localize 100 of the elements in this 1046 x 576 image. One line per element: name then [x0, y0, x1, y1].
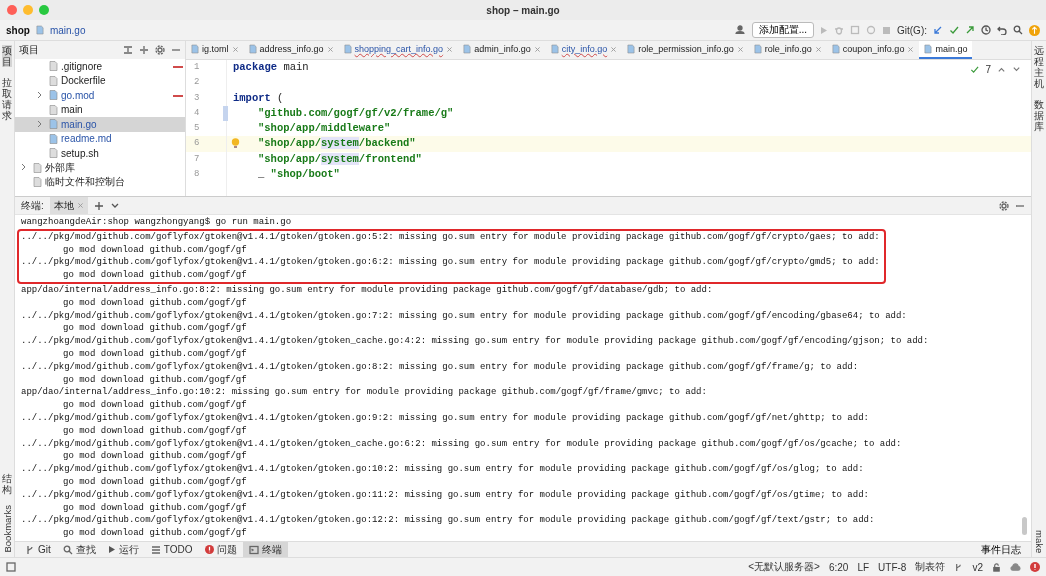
caret-position[interactable]: 6:20 — [828, 561, 849, 573]
tree-item[interactable]: go.mod — [15, 88, 185, 103]
lightbulb-icon[interactable] — [231, 138, 240, 150]
tool-window-tab[interactable]: make — [1033, 529, 1045, 553]
error-icon[interactable] — [1030, 562, 1040, 572]
tree-item[interactable]: .gitignore — [15, 59, 185, 74]
breadcrumb-item[interactable]: shop — [6, 24, 30, 36]
settings-icon[interactable] — [999, 200, 1009, 211]
tool-window-button[interactable]: 运行 — [101, 542, 145, 557]
editor-tab[interactable]: coupon_info.go — [826, 41, 920, 59]
terminal-line: go mod download github.com/gogf/gf — [62, 399, 247, 412]
tree-item[interactable]: main.go — [15, 117, 185, 132]
panel-icon[interactable] — [6, 562, 16, 572]
terminal-line: ../../pkg/mod/github.com/goflyfox/gtoken@v1.4.1/gtoken/gtoken_cache.go:6:2: missing go.sum entry for module providing package github.com/gogf/gf/os/gcache; to add: — [21, 437, 902, 451]
terminal-line: go mod download github.com/gogf/gf — [62, 450, 247, 464]
breadcrumb-item[interactable]: main.go — [49, 24, 86, 36]
chevron-down-icon[interactable] — [1012, 65, 1021, 74]
tool-window-button[interactable]: TODO — [144, 542, 199, 557]
terminal-line: ../../pkg/mod/github.com/goflyfox/gtoken@v1.4.1/gtoken/gtoken.go:7:2: missing go.sum entry for module providing package github.com/gogf/gf/encoding/gbase64; to add: — [21, 309, 907, 323]
line-ending[interactable]: LF — [857, 561, 870, 573]
file-icon — [49, 90, 58, 101]
minimize-button[interactable] — [23, 5, 33, 15]
tree-item[interactable]: 临时文件和控制台 — [15, 175, 185, 190]
code-line: "shop/app/middleware" — [258, 121, 391, 137]
tree-item[interactable]: readme.md — [15, 131, 185, 146]
update-icon[interactable] — [1029, 24, 1040, 36]
code-line: _ "shop/boot" — [258, 167, 340, 183]
editor-tab[interactable]: shopping_cart_info.go — [338, 41, 459, 59]
indent-setting[interactable]: 制表符 — [915, 560, 946, 574]
file-icon — [463, 44, 472, 54]
line-number: 7 — [193, 152, 201, 166]
lock-icon[interactable] — [992, 562, 1001, 572]
terminal-line: go mod download github.com/gogf/gf — [62, 424, 247, 438]
terminal-label: 终端: — [21, 198, 44, 213]
editor-tab[interactable]: main.go — [919, 41, 973, 59]
git-branch[interactable]: v2 — [972, 561, 983, 573]
editor-tab[interactable]: city_info.go — [545, 41, 623, 59]
arrow-icon[interactable] — [933, 25, 943, 35]
close-icon[interactable] — [231, 45, 239, 53]
tool-window-tab[interactable]: 项目 — [2, 45, 12, 67]
tool-window-button[interactable]: 问题 — [198, 542, 243, 557]
tree-item[interactable]: setup.sh — [15, 146, 185, 161]
search-icon — [62, 544, 73, 555]
zoom-button[interactable] — [39, 5, 49, 15]
line-number: 4 — [186, 105, 226, 122]
scrollbar[interactable] — [1022, 517, 1027, 535]
editor-tab[interactable]: role_permission_info.go — [622, 41, 749, 59]
tool-window-tab[interactable]: 数据库 — [1034, 99, 1044, 132]
arrow-icon[interactable] — [965, 25, 975, 35]
tool-window-tab[interactable]: 结构 — [2, 473, 12, 496]
terminal-tab[interactable]: 本地 — [49, 197, 88, 214]
chevron-up-icon[interactable] — [997, 65, 1006, 74]
error-icon — [204, 545, 214, 554]
close-icon[interactable] — [610, 45, 618, 53]
tool-window-tab[interactable]: 拉取请求 — [2, 77, 12, 121]
check-icon[interactable] — [949, 25, 959, 35]
run-config-button[interactable]: 添加配置... — [751, 22, 814, 38]
tree-item[interactable]: main — [15, 102, 185, 117]
terminal-line: ../../pkg/mod/github.com/goflyfox/gtoken@v1.4.1/gtoken/gtoken.go:9:2: missing go.sum entry for module providing package github.com/gogf/gf/net/ghttp; to add: — [21, 411, 869, 425]
search-icon[interactable] — [1013, 25, 1023, 35]
close-icon[interactable] — [446, 45, 454, 53]
terminal-line: ../../pkg/mod/github.com/goflyfox/gtoken@v1.4.1/gtoken/gtoken.go:12:2: missing go.sum entry for module providing package github.com/gogf/gf/text/gstr; to add: — [21, 514, 875, 528]
editor-tab[interactable]: address_info.go — [243, 41, 339, 59]
tool-window-tab[interactable]: 远程主机 — [1034, 45, 1044, 89]
file-encoding[interactable]: UTF-8 — [878, 561, 907, 573]
server-status[interactable]: <无默认服务器> — [748, 560, 820, 574]
tool-window-button[interactable]: 终端 — [242, 542, 288, 557]
close-icon[interactable] — [326, 45, 334, 53]
user-icon[interactable] — [733, 25, 746, 35]
editor-tab[interactable]: ig.toml — [186, 41, 244, 59]
close-icon[interactable] — [533, 45, 541, 53]
file-icon — [831, 44, 840, 54]
undo-icon[interactable] — [997, 25, 1007, 35]
tree-item[interactable]: Dockerfile — [15, 73, 185, 88]
clock-icon[interactable] — [981, 25, 991, 35]
chevron-icon — [37, 90, 43, 99]
terminal-line: go mod download github.com/gogf/gf — [62, 243, 247, 257]
close-icon[interactable] — [907, 45, 915, 53]
panel-title[interactable]: 项目 — [19, 43, 39, 57]
editor-tab[interactable]: role_info.go — [748, 41, 827, 59]
tool-window-tab[interactable]: Bookmarks — [1, 505, 13, 553]
editor-tab[interactable]: admin_info.go — [458, 41, 546, 59]
file-icon — [924, 44, 933, 54]
inspection-count[interactable]: 7 — [985, 64, 991, 75]
close-icon[interactable] — [736, 45, 744, 53]
cloud-icon[interactable] — [1010, 562, 1021, 572]
terminal-line: go mod download github.com/gogf/gf — [62, 527, 247, 540]
tree-item[interactable]: 外部库 — [15, 160, 185, 175]
terminal-line: app/dao/internal/address_info.go:8:2: missing go.sum entry for module providing package github.com/gogf/gf/database/gdb; to add: — [21, 284, 713, 297]
plus-icon[interactable] — [93, 200, 104, 211]
tool-window-button[interactable]: Git — [19, 542, 57, 557]
stop-icon[interactable] — [882, 25, 891, 35]
close-button[interactable] — [7, 5, 17, 15]
terminal-line: ../../pkg/mod/github.com/goflyfox/gtoken@v1.4.1/gtoken/gtoken.go:5:2: missing go.sum entry for module providing package github.com/gogf/gf/crypto/gaes; to add: — [21, 230, 880, 244]
close-icon[interactable] — [814, 45, 822, 53]
settings-icon[interactable] — [155, 45, 165, 55]
event-log-button[interactable]: 事件日志 — [975, 541, 1027, 558]
close-icon[interactable] — [76, 202, 84, 209]
tool-window-button[interactable]: 查找 — [56, 542, 102, 557]
run-icon[interactable] — [820, 25, 828, 35]
